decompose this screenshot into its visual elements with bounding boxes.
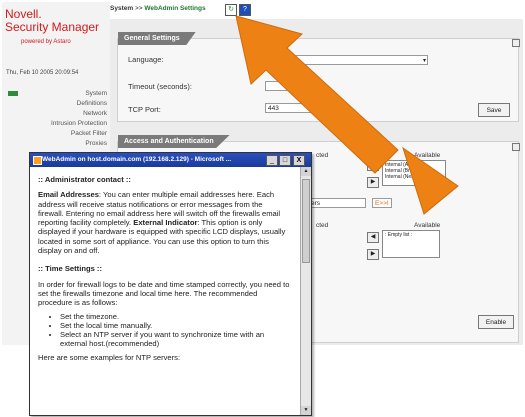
email-addresses-paragraph: Email Addresses: You can enter multiple … (38, 190, 290, 255)
close-icon[interactable]: X (293, 155, 305, 166)
external-indicator-term: External Indicator (133, 218, 198, 228)
list-item: Set the timezone. (60, 312, 290, 321)
scroll-thumb[interactable] (302, 179, 310, 263)
scroll-up-icon[interactable]: ▲ (301, 167, 311, 176)
scroll-down-icon[interactable]: ▼ (301, 406, 311, 415)
procedure-list: Set the timezone. Set the local time man… (38, 312, 290, 349)
ntp-examples-text: Here are some examples for NTP servers: (38, 352, 181, 362)
popup-scrollbar[interactable]: ▲ ▼ (300, 167, 311, 415)
time-settings-paragraph: In order for firewall logs to be date an… (38, 279, 290, 308)
list-item: Select an NTP server if you want to sync… (60, 330, 290, 349)
email-addresses-term: Email Addresses (38, 190, 99, 200)
minimize-icon[interactable]: _ (266, 155, 278, 166)
popup-titlebar[interactable]: WebAdmin on host.domain.com (192.168.2.1… (30, 153, 311, 167)
popup-title: WebAdmin on host.domain.com (192.168.2.1… (42, 156, 232, 163)
help-popup-window: WebAdmin on host.domain.com (192.168.2.1… (29, 152, 312, 416)
app-icon (33, 156, 42, 165)
maximize-icon[interactable]: □ (279, 155, 291, 166)
popup-body: :: Administrator contact :: Email Addres… (30, 167, 298, 415)
admin-contact-heading: :: Administrator contact :: (38, 175, 131, 184)
time-settings-heading: :: Time Settings :: (38, 264, 102, 274)
list-item: Set the local time manually. (60, 321, 290, 330)
